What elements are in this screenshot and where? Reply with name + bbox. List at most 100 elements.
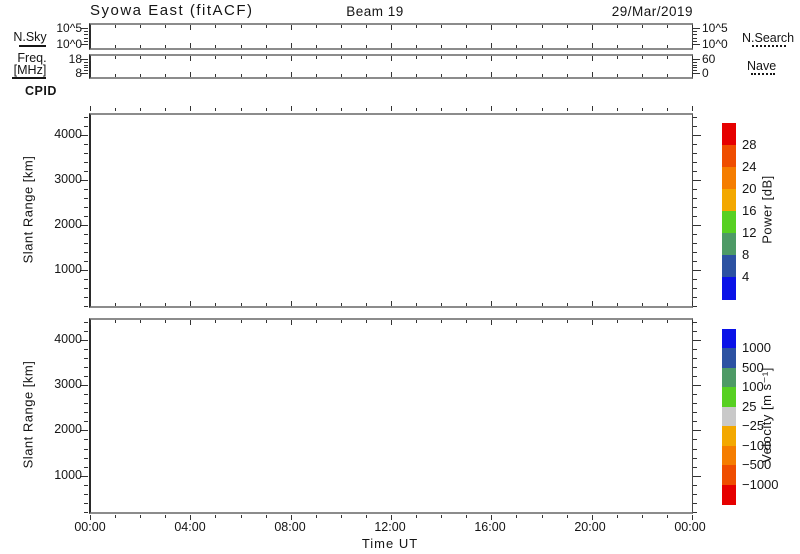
- plot-title: Syowa East (fitACF): [90, 2, 254, 19]
- velocity-colorbar-tick-label: 25: [742, 399, 790, 414]
- y-tick: [693, 261, 697, 262]
- x-tick: [341, 320, 342, 323]
- y-tick: [693, 430, 701, 431]
- mini-y-tick: [693, 28, 700, 29]
- x-tick: [516, 320, 517, 323]
- y-tick: [84, 494, 88, 495]
- x-tick: [441, 25, 442, 28]
- x-tick: [316, 515, 317, 518]
- x-tick: [115, 56, 116, 59]
- x-tick: [215, 56, 216, 59]
- y-tick: [84, 297, 88, 298]
- x-tick: [416, 74, 417, 77]
- x-tick: [115, 45, 116, 48]
- y-tick: [84, 234, 88, 235]
- y-tick: [693, 126, 697, 127]
- x-tick: [341, 45, 342, 48]
- y-tick: [84, 288, 88, 289]
- x-tick: [190, 25, 191, 30]
- x-tick: [115, 108, 116, 111]
- x-tick: [441, 320, 442, 323]
- x-tick: [542, 303, 543, 306]
- x-tick: [165, 25, 166, 28]
- y-tick: [693, 394, 697, 395]
- y-tick: [693, 162, 697, 163]
- y-tick: [693, 279, 697, 280]
- x-tick: [391, 72, 392, 77]
- x-tick: [140, 320, 141, 323]
- x-tick: [617, 303, 618, 306]
- y-tick: [693, 503, 697, 504]
- mini-y-tick: [84, 62, 88, 63]
- y-tick: [84, 331, 88, 332]
- x-tick: [491, 320, 492, 325]
- y-tick: [84, 512, 88, 513]
- x-tick: [542, 74, 543, 77]
- x-tick: [165, 320, 166, 323]
- x-tick: [215, 515, 216, 518]
- y-tick: [84, 198, 88, 199]
- x-tick: [316, 320, 317, 323]
- mini-y-tick: [81, 73, 88, 74]
- y-tick: [693, 485, 697, 486]
- velocity-colorbar-segment: [722, 407, 736, 427]
- y-tick: [84, 467, 88, 468]
- x-tick: [316, 56, 317, 59]
- x-tick-label: 00:00: [663, 520, 717, 534]
- y-tick: [84, 144, 88, 145]
- mini-y-tick: [81, 44, 88, 45]
- x-tick: [667, 320, 668, 323]
- x-tick: [90, 56, 91, 61]
- mini-y-tick: [693, 59, 700, 60]
- mini-y-tick-label: 0: [702, 66, 754, 80]
- y-tick: [693, 252, 697, 253]
- x-tick: [115, 320, 116, 323]
- x-tick: [617, 25, 618, 28]
- x-tick: [140, 303, 141, 306]
- y-tick: [84, 207, 88, 208]
- x-tick: [617, 108, 618, 111]
- y-tick: [693, 449, 697, 450]
- x-tick: [316, 25, 317, 28]
- x-tick: [542, 56, 543, 59]
- x-tick: [366, 108, 367, 111]
- x-tick: [165, 303, 166, 306]
- x-tick: [592, 25, 593, 30]
- velocity-colorbar-tick-label: 500: [742, 360, 790, 375]
- x-tick: [542, 45, 543, 48]
- superdarn-summary-plot: Syowa East (fitACF) Beam 19 29/Mar/2019 …: [0, 0, 800, 554]
- x-tick: [466, 515, 467, 518]
- power-colorbar-segment: [722, 211, 736, 234]
- y-tick: [693, 494, 697, 495]
- y-tick: [693, 198, 697, 199]
- x-tick: [215, 320, 216, 323]
- x-tick: [667, 515, 668, 518]
- mini-y-tick-label: 10^0: [702, 37, 754, 51]
- x-tick: [441, 515, 442, 518]
- y-tick: [693, 180, 701, 181]
- y-tick: [84, 394, 88, 395]
- date-label: 29/Mar/2019: [553, 4, 693, 19]
- x-tick: [567, 25, 568, 28]
- y-tick: [693, 144, 697, 145]
- x-tick: [667, 56, 668, 59]
- x-tick: [140, 108, 141, 111]
- y-tick: [84, 322, 88, 323]
- x-tick: [516, 515, 517, 518]
- y-tick: [84, 171, 88, 172]
- x-tick: [466, 108, 467, 111]
- y-tick: [84, 126, 88, 127]
- y-tick: [693, 225, 701, 226]
- y-tick: [84, 261, 88, 262]
- velocity-colorbar-tick-label: −100: [742, 438, 790, 453]
- x-tick: [266, 515, 267, 518]
- x-tick: [466, 320, 467, 323]
- y-tick: [84, 403, 88, 404]
- y-tick: [693, 367, 697, 368]
- x-tick: [316, 108, 317, 111]
- velocity-colorbar-tick-label: 100: [742, 379, 790, 394]
- y-tick: [84, 412, 88, 413]
- x-tick: [441, 303, 442, 306]
- x-tick: [567, 320, 568, 323]
- y-tick-label: 2000: [36, 422, 82, 436]
